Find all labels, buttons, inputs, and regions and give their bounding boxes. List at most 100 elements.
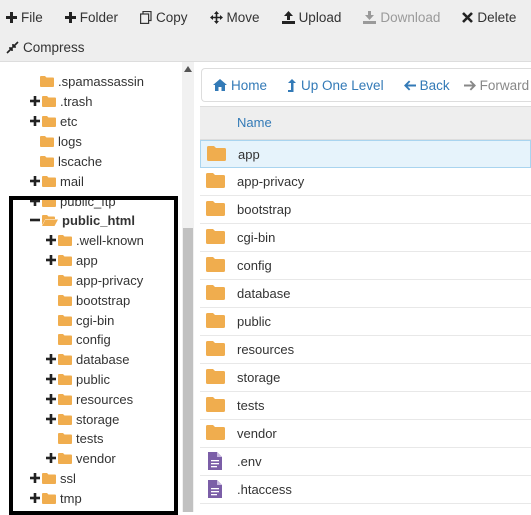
file-name: config (237, 258, 272, 273)
file-name: app (238, 147, 260, 162)
tree-item-cgi-bin[interactable]: cgi-bin (58, 310, 114, 330)
delete-button[interactable]: Delete (448, 3, 524, 31)
tree-item-resources[interactable]: resources (46, 389, 133, 409)
file-table-row[interactable]: resources (200, 336, 531, 364)
file-table-row[interactable]: vendor (200, 420, 531, 448)
navigation-bar: Home Up One Level Back Forward (201, 68, 531, 102)
toolbar-row-1: File Folder Copy Move Upload Download De… (0, 2, 524, 32)
tree-item-dot-spamassassin[interactable]: .spamassassin (40, 71, 144, 91)
expand-plus-icon[interactable] (30, 196, 40, 206)
tree-item-label: bootstrap (76, 292, 131, 308)
folder-icon (207, 146, 226, 164)
back-label: Back (419, 77, 450, 93)
folder-icon (58, 373, 72, 385)
file-table-row[interactable]: tests (200, 392, 531, 420)
tree-item-label: .trash (60, 93, 93, 109)
compress-label: Compress (23, 39, 85, 55)
folder-icon (42, 195, 56, 207)
file-table-row[interactable]: storage (200, 364, 531, 392)
upload-label: Upload (298, 9, 342, 25)
expand-plus-icon[interactable] (30, 473, 40, 483)
new-file-button[interactable]: File (0, 3, 51, 31)
tree-item-etc[interactable]: etc (30, 111, 77, 131)
collapse-minus-icon[interactable] (30, 215, 40, 225)
tree-item-storage[interactable]: storage (46, 409, 119, 429)
expand-plus-icon[interactable] (46, 453, 56, 463)
forward-button[interactable]: Forward (460, 78, 531, 93)
plus-icon (64, 11, 76, 23)
file-table-row[interactable]: app (200, 140, 531, 168)
upload-button[interactable]: Upload (268, 3, 350, 31)
tree-item-ssl[interactable]: ssl (30, 468, 76, 488)
tree-item-vendor[interactable]: vendor (46, 448, 116, 468)
new-folder-button[interactable]: Folder (51, 3, 126, 31)
tree-item-database[interactable]: database (46, 349, 130, 369)
tree-item-tmp[interactable]: tmp (30, 488, 82, 508)
home-button[interactable]: Home (202, 78, 277, 93)
expand-plus-icon[interactable] (46, 255, 56, 265)
file-table-row[interactable]: config (200, 252, 531, 280)
tree-item-logs[interactable]: logs (40, 131, 82, 151)
tree-item-app-privacy[interactable]: app-privacy (58, 270, 143, 290)
tree-item-label: logs (58, 133, 82, 149)
tree-item-dot-trash[interactable]: .trash (30, 91, 93, 111)
file-table-header: Name (200, 106, 531, 140)
tree-item-label: vendor (76, 450, 116, 466)
expand-plus-icon[interactable] (46, 394, 56, 404)
file-table-row[interactable]: database (200, 280, 531, 308)
tree-scrollbar-thumb[interactable] (183, 228, 193, 512)
tree-item-public-html[interactable]: public_html (30, 210, 135, 230)
arrow-right-icon (463, 80, 476, 91)
expand-plus-icon[interactable] (46, 354, 56, 364)
scroll-up-arrow-icon[interactable] (183, 64, 193, 74)
file-table-row[interactable]: app-privacy (200, 168, 531, 196)
delete-label: Delete (477, 9, 517, 25)
home-label: Home (231, 77, 268, 93)
copy-button[interactable]: Copy (126, 3, 196, 31)
file-table-row[interactable]: .env (200, 448, 531, 476)
expand-plus-icon[interactable] (46, 235, 56, 245)
folder-icon (42, 95, 56, 107)
expand-plus-icon[interactable] (30, 493, 40, 503)
tree-item-public[interactable]: public (46, 369, 110, 389)
download-button[interactable]: Download (349, 3, 448, 31)
file-table-row[interactable]: public (200, 308, 531, 336)
folder-icon (42, 472, 56, 484)
name-column-header[interactable]: Name (237, 115, 272, 130)
expand-plus-icon[interactable] (46, 414, 56, 424)
directory-tree: .spamassassin .trash etc logs lscache mail pub… (0, 62, 196, 512)
expand-plus-icon[interactable] (30, 96, 40, 106)
tree-item-dot-well-known[interactable]: .well-known (46, 230, 144, 250)
folder-icon (58, 294, 72, 306)
folder-icon (58, 413, 72, 425)
file-name: cgi-bin (237, 230, 276, 245)
expand-plus-icon[interactable] (30, 176, 40, 186)
copy-label: Copy (156, 9, 188, 25)
tree-item-public-ftp[interactable]: public_ftp (30, 191, 116, 211)
folder-icon (42, 115, 56, 127)
tree-item-label: .well-known (76, 232, 144, 248)
move-button[interactable]: Move (196, 3, 268, 31)
tree-item-config[interactable]: config (58, 329, 111, 349)
up-one-level-button[interactable]: Up One Level (277, 78, 394, 93)
copy-icon (140, 10, 152, 24)
expand-plus-icon[interactable] (30, 116, 40, 126)
tree-item-bootstrap[interactable]: bootstrap (58, 290, 130, 310)
file-table-row[interactable]: .htaccess (200, 476, 531, 504)
folder-icon (206, 285, 225, 303)
tree-item-mail[interactable]: mail (30, 171, 84, 191)
back-button[interactable]: Back (394, 78, 460, 93)
tree-item-lscache[interactable]: lscache (40, 151, 102, 171)
tree-item-tests[interactable]: tests (58, 428, 103, 448)
tree-item-app[interactable]: app (46, 250, 98, 270)
file-icon (208, 452, 222, 473)
folder-icon (58, 353, 72, 365)
file-name: .htaccess (237, 482, 292, 497)
folder-icon (206, 201, 225, 219)
toolbar-row-2: Compress (0, 32, 93, 62)
expand-plus-icon[interactable] (46, 374, 56, 384)
file-table-row[interactable]: bootstrap (200, 196, 531, 224)
file-table-row[interactable]: cgi-bin (200, 224, 531, 252)
compress-button[interactable]: Compress (0, 33, 93, 61)
download-label: Download (380, 9, 441, 25)
